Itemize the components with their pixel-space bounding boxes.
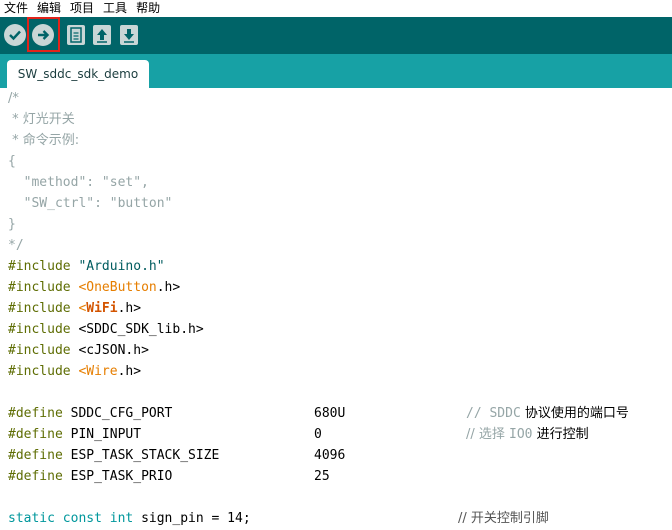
- keyword: static: [8, 511, 55, 526]
- macro-value: 4096: [314, 448, 346, 463]
- comment-part: IO0: [509, 427, 533, 442]
- menu-help[interactable]: 帮助: [136, 0, 160, 17]
- code-comment: // SDDC 协议使用的端口号: [466, 403, 629, 424]
- header-name: <SDDC_SDK_lib.h>: [78, 322, 204, 337]
- preprocessor: #include: [8, 280, 71, 295]
- library-name: OneButton: [86, 280, 157, 295]
- open-icon: [97, 29, 107, 43]
- verify-icon: [9, 30, 21, 41]
- comment-part: // 选择: [466, 427, 510, 442]
- preprocessor: #define: [8, 469, 63, 484]
- comment-part: //: [466, 406, 490, 421]
- keyword: int: [109, 511, 134, 526]
- code-line: #define PIN_INPUT: [8, 424, 141, 445]
- macro-value: 0: [314, 427, 322, 442]
- menu-project[interactable]: 项目: [70, 0, 94, 17]
- tab-bar: SW_sddc_sdk_demo: [0, 54, 672, 88]
- macro-name: SDDC_CFG_PORT: [70, 406, 173, 421]
- token: .h>: [117, 364, 142, 379]
- preprocessor: #include: [8, 301, 71, 316]
- code-line: #define SDDC_CFG_PORT: [8, 403, 172, 424]
- library-name: WiFi: [86, 301, 118, 316]
- preprocessor: #define: [8, 448, 63, 463]
- code-line: * 命令示例:: [8, 133, 80, 148]
- header-name: <cJSON.h>: [78, 343, 149, 358]
- save-icon: [124, 29, 134, 43]
- highlight-box: [27, 17, 60, 52]
- verify-button[interactable]: [4, 24, 26, 46]
- menu-file[interactable]: 文件: [4, 0, 28, 17]
- preprocessor: #include: [8, 259, 71, 274]
- code-line: /*: [8, 91, 19, 106]
- keyword: const: [62, 511, 102, 526]
- preprocessor: #include: [8, 322, 71, 337]
- code-line: #include <WiFi.h>: [8, 298, 141, 319]
- code-line: #include <OneButton.h>: [8, 277, 180, 298]
- string: "Arduino.h": [78, 259, 165, 274]
- code-line: #define ESP_TASK_STACK_SIZE: [8, 445, 219, 466]
- save-button[interactable]: [120, 25, 138, 45]
- library-name: Wire: [86, 364, 118, 379]
- code-line: {: [8, 154, 16, 169]
- macro-name: PIN_INPUT: [70, 427, 142, 442]
- code-line: #include <cJSON.h>: [8, 340, 149, 361]
- preprocessor: #include: [8, 364, 71, 379]
- comment-part: 进行控制: [532, 427, 589, 442]
- code-line: static const int sign_pin = 14;: [8, 508, 251, 529]
- code-line: "SW_ctrl": "button": [8, 196, 173, 211]
- token: .h>: [117, 301, 142, 316]
- open-button[interactable]: [93, 25, 111, 45]
- macro-value: 680U: [314, 406, 346, 421]
- new-file-icon: [70, 27, 82, 43]
- comment-part: 协议使用的端口号: [520, 406, 629, 421]
- menu-edit[interactable]: 编辑: [37, 0, 61, 17]
- new-button[interactable]: [67, 25, 85, 45]
- macro-value: 25: [314, 469, 330, 484]
- code-line: #include <SDDC_SDK_lib.h>: [8, 319, 204, 340]
- code-line: #include <Wire.h>: [8, 361, 141, 382]
- token: .h>: [156, 280, 181, 295]
- comment-part: // 开关控制引脚: [458, 511, 549, 526]
- toolbar: [0, 17, 672, 54]
- code-line: #define ESP_TASK_PRIO: [8, 466, 172, 487]
- preprocessor: #include: [8, 343, 71, 358]
- code-line: }: [8, 217, 16, 232]
- macro-name: ESP_TASK_PRIO: [70, 469, 173, 484]
- macro-name: ESP_TASK_STACK_SIZE: [70, 448, 220, 463]
- preprocessor: #define: [8, 406, 63, 421]
- identifier: sign_pin = 14;: [141, 511, 251, 526]
- code-line: #include "Arduino.h": [8, 256, 165, 277]
- code-line: "method": "set",: [8, 175, 149, 190]
- code-comment: // 开关控制引脚: [458, 508, 549, 529]
- code-line: * 灯光开关: [8, 112, 75, 127]
- menu-tools[interactable]: 工具: [103, 0, 127, 17]
- tab-sketch[interactable]: SW_sddc_sdk_demo: [7, 60, 149, 88]
- menu-bar: 文件 编辑 项目 工具 帮助: [0, 0, 672, 17]
- comment-part: SDDC: [489, 406, 521, 421]
- preprocessor: #define: [8, 427, 63, 442]
- code-editor[interactable]: /* * 灯光开关 * 命令示例: { "method": "set", "SW…: [0, 88, 672, 530]
- code-line: */: [8, 238, 24, 253]
- code-comment: // 选择 IO0 进行控制: [466, 424, 589, 445]
